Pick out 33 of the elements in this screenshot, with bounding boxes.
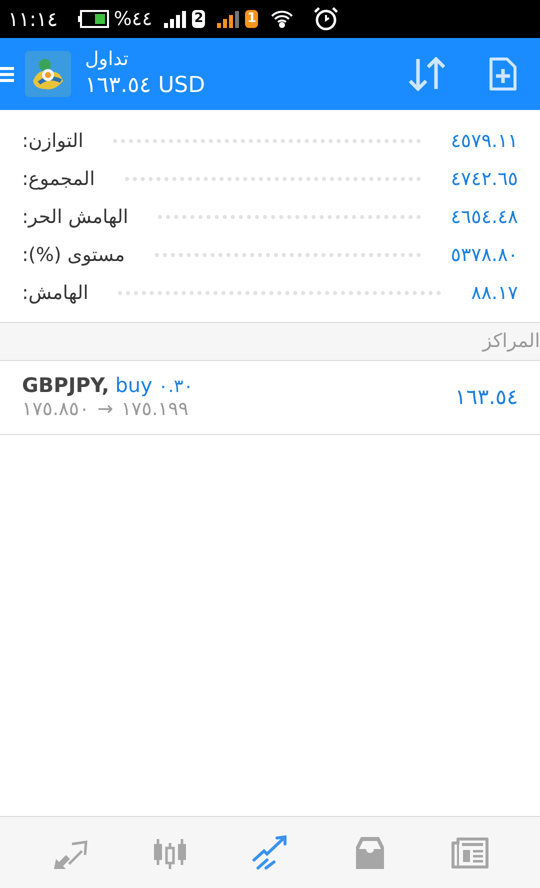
profit-value: ١٦٣.٥٤ [454,384,518,411]
summary-label: المجموع: [22,166,95,192]
app-logo-icon [25,51,71,97]
sim-badge: 2 [192,10,206,28]
trade-side: buy [115,372,152,398]
signal-icon [164,10,188,28]
sim-badge: 1 [245,10,258,28]
clock-time: ١١:١٤ [8,6,58,33]
current-price: ١٧٥.١٩٩ [121,398,188,422]
menu-icon[interactable] [0,65,16,83]
battery-icon [78,10,110,28]
alarm-icon [314,7,338,31]
header-balance: ١٦٣.٥٤ USD [85,72,206,100]
summary-value: ٤٦٥٤.٤٨ [450,204,518,230]
battery-percent: %٤٤ [114,6,152,32]
sort-arrows-icon[interactable] [408,57,446,91]
summary-label: الهامش الحر: [22,204,128,230]
summary-label: التوازن: [22,128,84,154]
open-price: ١٧٥.٨٥٠ [22,398,90,422]
wifi-icon [270,8,294,30]
new-document-icon[interactable] [488,56,518,92]
summary-value: ٤٥٧٩.١١ [450,128,518,154]
summary-label: الهامش: [22,280,88,306]
summary-value: ٤٧٤٢.٦٥ [450,166,518,192]
summary-label: مستوى (%): [22,242,125,268]
arrow-glyph: → [97,398,114,422]
section-header: المراكز [482,329,540,354]
signal-icon [217,10,242,28]
symbol-name: GBPJPY, [22,372,110,398]
header-title: تداول [85,48,129,72]
trade-volume: ٠.٣٠ [158,376,194,398]
summary-value: ٥٣٧٨.٨٠ [450,242,518,268]
summary-value: ٨٨.١٧ [471,280,518,306]
